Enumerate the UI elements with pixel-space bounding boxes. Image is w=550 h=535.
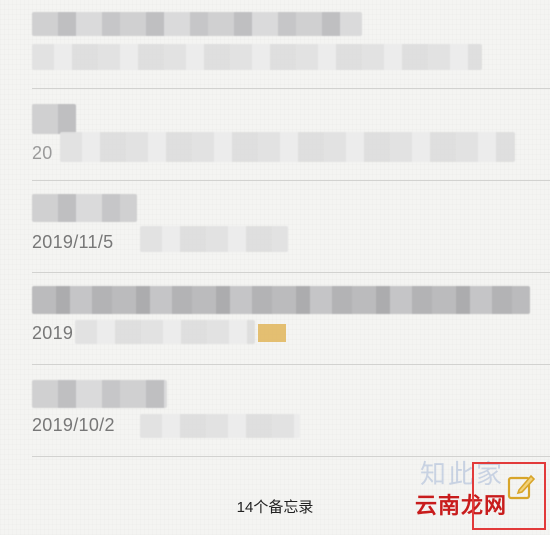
compose-button-highlight — [472, 462, 546, 530]
note-4-date: 2019 — [32, 323, 74, 343]
note-3-date: 2019/11/5 — [32, 232, 114, 252]
note-5-preview-redacted — [140, 414, 300, 438]
note-5-date: 2019/10/2 — [32, 415, 115, 435]
note-2-date: 20 — [32, 143, 53, 163]
note-divider — [32, 180, 550, 181]
note-2-title-redacted — [32, 104, 76, 134]
note-5-title-redacted — [32, 380, 167, 408]
note-3-preview-redacted — [140, 226, 288, 252]
note-4-title-redacted — [32, 286, 530, 314]
note-divider — [32, 272, 550, 273]
note-1-title-redacted — [32, 12, 362, 36]
note-1-preview-redacted — [32, 44, 482, 70]
note-3-title-redacted — [32, 194, 137, 222]
note-divider — [32, 364, 550, 365]
note-4-emoji-redacted — [258, 324, 286, 342]
note-2-preview-redacted — [60, 132, 515, 162]
note-4-preview-redacted — [75, 320, 255, 344]
note-divider — [32, 88, 550, 89]
